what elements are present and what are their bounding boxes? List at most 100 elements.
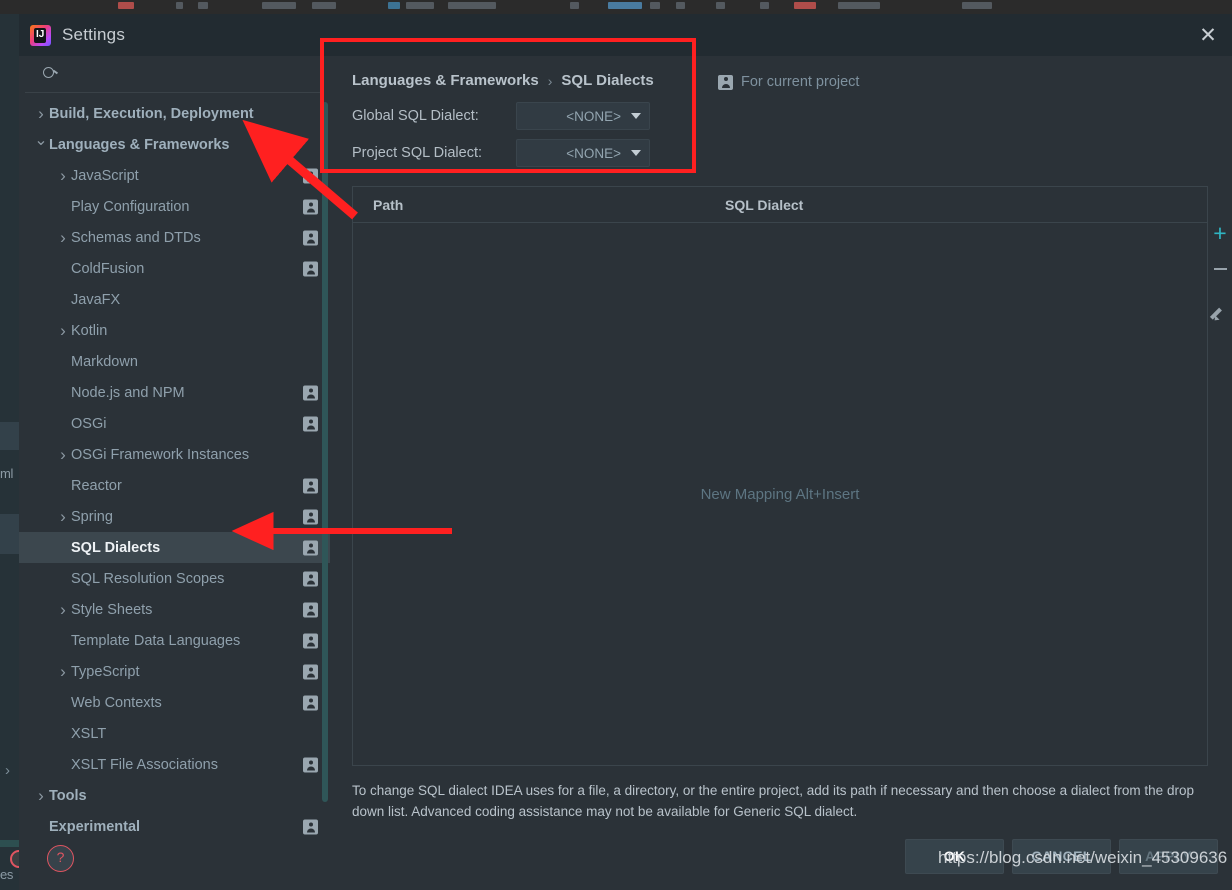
chevron-right-icon[interactable] bbox=[55, 508, 71, 525]
sidebar-item-label: ColdFusion bbox=[71, 260, 145, 277]
sidebar-item-osgi[interactable]: OSGi bbox=[19, 408, 330, 439]
sidebar-item-label: OSGi bbox=[71, 415, 107, 432]
bg-toolbar-chip bbox=[406, 2, 434, 9]
sidebar-scrollbar[interactable] bbox=[322, 102, 328, 802]
bg-toolbar-chip bbox=[570, 2, 579, 9]
search-input[interactable] bbox=[59, 65, 314, 83]
chevron-right-icon[interactable] bbox=[55, 167, 71, 184]
table-body[interactable]: New Mapping Alt+Insert bbox=[353, 223, 1207, 765]
add-mapping-button[interactable]: + bbox=[1209, 221, 1231, 244]
project-scope-icon bbox=[303, 416, 318, 431]
sidebar-item-sql-dialects[interactable]: SQL Dialects bbox=[19, 532, 330, 563]
project-scope-icon bbox=[303, 478, 318, 493]
chevron-down-icon bbox=[631, 150, 641, 156]
project-scope-icon bbox=[303, 199, 318, 214]
chevron-right-icon[interactable] bbox=[55, 601, 71, 618]
sidebar-item-label: Spring bbox=[71, 508, 113, 525]
for-current-project: For current project bbox=[718, 74, 859, 90]
chevron-right-icon[interactable] bbox=[55, 229, 71, 246]
sidebar-item-label: Template Data Languages bbox=[71, 632, 241, 649]
project-dialect-label: Project SQL Dialect: bbox=[352, 145, 483, 161]
apply-button[interactable]: APPLY bbox=[1119, 838, 1218, 874]
help-icon[interactable]: ? bbox=[47, 845, 74, 872]
intellij-idea-icon: IJ bbox=[30, 24, 51, 46]
table-header-row: Path SQL Dialect bbox=[353, 187, 1207, 223]
bg-toolbar-chip bbox=[312, 2, 336, 9]
remove-mapping-button[interactable] bbox=[1209, 258, 1231, 280]
sidebar-item-label: SQL Resolution Scopes bbox=[71, 570, 225, 587]
sidebar-item-javascript[interactable]: JavaScript bbox=[19, 160, 330, 191]
chevron-right-icon[interactable] bbox=[55, 446, 71, 463]
bg-toolbar-chip bbox=[650, 2, 660, 9]
dialog-button-row: OK CANCEL APPLY bbox=[330, 822, 1232, 890]
background-ide-toolbar bbox=[0, 0, 1232, 14]
bg-toolbar-chip bbox=[760, 2, 769, 9]
sidebar-item-label: OSGi Framework Instances bbox=[71, 446, 250, 463]
hint-text: To change SQL dialect IDEA uses for a fi… bbox=[352, 783, 1194, 819]
sidebar-item-node-js-and-npm[interactable]: Node.js and NPM bbox=[19, 377, 330, 408]
project-dialect-select[interactable]: <NONE> bbox=[516, 139, 650, 167]
project-scope-icon bbox=[303, 230, 318, 245]
sidebar-item-kotlin[interactable]: Kotlin bbox=[19, 315, 330, 346]
chevron-right-icon[interactable] bbox=[33, 105, 49, 122]
sidebar-item-coldfusion[interactable]: ColdFusion bbox=[19, 253, 330, 284]
pencil-icon bbox=[1212, 305, 1228, 321]
sidebar-item-typescript[interactable]: TypeScript bbox=[19, 656, 330, 687]
background-ide-left-strip: ml › es bbox=[0, 14, 28, 890]
sidebar-item-javafx[interactable]: JavaFX bbox=[19, 284, 330, 315]
empty-table-message: New Mapping Alt+Insert bbox=[700, 485, 860, 503]
sidebar-item-web-contexts[interactable]: Web Contexts bbox=[19, 687, 330, 718]
settings-sidebar: Build, Execution, Deployment Languages & … bbox=[19, 56, 330, 890]
column-header-sql-dialect[interactable]: SQL Dialect bbox=[725, 197, 803, 213]
global-dialect-select[interactable]: <NONE> bbox=[516, 102, 650, 130]
sidebar-item-label: Experimental bbox=[49, 818, 141, 835]
project-scope-icon bbox=[718, 74, 733, 90]
project-scope-icon bbox=[303, 168, 318, 183]
app-icon-glyph: IJ bbox=[36, 28, 45, 40]
bg-toolbar-chip bbox=[716, 2, 725, 9]
settings-tree: Build, Execution, Deployment Languages & … bbox=[19, 93, 330, 890]
sidebar-item-experimental[interactable]: Experimental bbox=[19, 811, 330, 842]
minus-icon bbox=[1213, 268, 1227, 270]
sidebar-item-label: Languages & Frameworks bbox=[49, 136, 230, 153]
sidebar-item-label: TypeScript bbox=[71, 663, 140, 680]
project-scope-icon bbox=[303, 664, 318, 679]
column-header-path[interactable]: Path bbox=[373, 197, 725, 213]
sidebar-item-xslt[interactable]: XSLT bbox=[19, 718, 330, 749]
bg-left-highlight bbox=[0, 514, 19, 554]
bg-toolbar-chip bbox=[198, 2, 208, 9]
sidebar-item-build-execution-deployment[interactable]: Build, Execution, Deployment bbox=[19, 98, 330, 129]
edit-mapping-button[interactable] bbox=[1209, 302, 1231, 324]
bg-toolbar-chip bbox=[962, 2, 992, 9]
chevron-down-icon[interactable] bbox=[33, 137, 49, 153]
cancel-button[interactable]: CANCEL bbox=[1012, 838, 1111, 874]
global-dialect-value: <NONE> bbox=[566, 108, 621, 124]
sidebar-item-xslt-file-associations[interactable]: XSLT File Associations bbox=[19, 749, 330, 780]
sidebar-item-schemas-and-dtds[interactable]: Schemas and DTDs bbox=[19, 222, 330, 253]
chevron-right-icon[interactable] bbox=[55, 663, 71, 680]
sidebar-item-label: Markdown bbox=[71, 353, 138, 370]
sidebar-item-template-data-languages[interactable]: Template Data Languages bbox=[19, 625, 330, 656]
sidebar-item-label: Style Sheets bbox=[71, 601, 153, 618]
sidebar-item-markdown[interactable]: Markdown bbox=[19, 346, 330, 377]
breadcrumb-parent[interactable]: Languages & Frameworks bbox=[352, 72, 539, 89]
project-dialect-value: <NONE> bbox=[566, 145, 621, 161]
sidebar-item-sql-resolution-scopes[interactable]: SQL Resolution Scopes bbox=[19, 563, 330, 594]
bg-left-fragment-1: ml bbox=[0, 466, 14, 481]
sidebar-item-style-sheets[interactable]: Style Sheets bbox=[19, 594, 330, 625]
breadcrumb-current: SQL Dialects bbox=[561, 72, 654, 89]
ok-button[interactable]: OK bbox=[905, 838, 1004, 874]
chevron-down-icon bbox=[631, 113, 641, 119]
chevron-right-icon[interactable] bbox=[55, 322, 71, 339]
chevron-right-icon[interactable] bbox=[33, 787, 49, 804]
project-dialect-row: Project SQL Dialect: <NONE> bbox=[352, 138, 1232, 168]
search-box[interactable] bbox=[25, 56, 324, 93]
sidebar-item-reactor[interactable]: Reactor bbox=[19, 470, 330, 501]
close-icon[interactable]: ✕ bbox=[1184, 14, 1232, 56]
dialog-titlebar: IJ Settings ✕ bbox=[19, 14, 1232, 56]
sidebar-item-osgi-framework-instances[interactable]: OSGi Framework Instances bbox=[19, 439, 330, 470]
sidebar-item-languages-frameworks[interactable]: Languages & Frameworks bbox=[19, 129, 330, 160]
sidebar-item-spring[interactable]: Spring bbox=[19, 501, 330, 532]
sidebar-item-tools[interactable]: Tools bbox=[19, 780, 330, 811]
sidebar-item-play-configuration[interactable]: Play Configuration bbox=[19, 191, 330, 222]
